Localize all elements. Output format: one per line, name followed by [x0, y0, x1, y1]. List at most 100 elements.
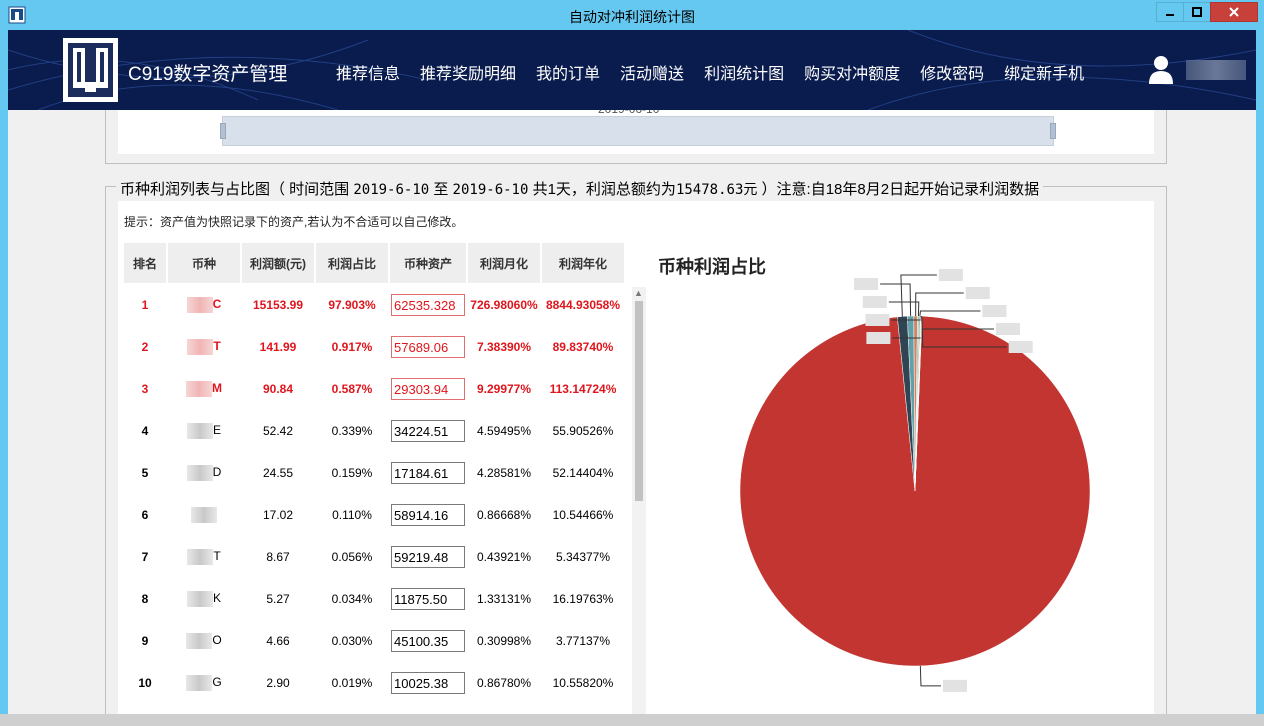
- column-header: 币种资产: [390, 243, 466, 283]
- section-legend: 币种利润列表与占比图（ 时间范围 2019-6-10 至 2019-6-10 共…: [116, 178, 1044, 199]
- coin-name-blurred: [187, 549, 214, 565]
- table-scrollbar[interactable]: ▲: [632, 287, 646, 714]
- user-avatar-icon[interactable]: [1148, 54, 1174, 84]
- rank-cell: 3: [124, 369, 166, 409]
- table-row: 9 O 4.660.030% 0.30998%3.77137%: [124, 621, 624, 661]
- asset-input[interactable]: [391, 378, 465, 400]
- close-icon: [1229, 7, 1239, 17]
- table-row: 2 T 141.990.917% 7.38390%89.83740%: [124, 327, 624, 367]
- annual-cell: 16.19763%: [542, 579, 624, 619]
- share-cell: 0.159%: [316, 453, 388, 493]
- nav-my-orders[interactable]: 我的订单: [536, 60, 600, 84]
- rank-cell: 5: [124, 453, 166, 493]
- profit-cell: 4.66: [242, 621, 314, 661]
- minimize-button[interactable]: [1156, 2, 1184, 22]
- scroll-up-icon[interactable]: ▲: [634, 288, 643, 298]
- share-cell: 0.056%: [316, 537, 388, 577]
- share-cell: 0.110%: [316, 495, 388, 535]
- asset-cell: [390, 495, 466, 535]
- date-range-slider[interactable]: [220, 116, 1056, 146]
- table-row: 5 D 24.550.159% 4.28581%52.14404%: [124, 453, 624, 493]
- column-header: 利润年化: [542, 243, 624, 283]
- nav-buy-hedge-quota[interactable]: 购买对冲额度: [804, 60, 900, 84]
- table-row: 1 C 15153.9997.903% 726.98060%8844.93058%: [124, 285, 624, 325]
- coin-cell: T: [168, 327, 240, 367]
- close-button[interactable]: [1210, 2, 1258, 22]
- legend-to: 至: [429, 181, 453, 198]
- nav-activity-gifts[interactable]: 活动赠送: [620, 60, 684, 84]
- pie-label-blurred: [942, 679, 967, 692]
- coin-name-blurred: [191, 507, 217, 523]
- slider-handle-start[interactable]: [220, 123, 226, 139]
- nav-bind-phone[interactable]: 绑定新手机: [1004, 60, 1084, 84]
- nav-change-password[interactable]: 修改密码: [920, 60, 984, 84]
- profit-cell: 24.55: [242, 453, 314, 493]
- asset-input[interactable]: [391, 294, 465, 316]
- minimize-icon: [1166, 14, 1174, 16]
- asset-input[interactable]: [391, 546, 465, 568]
- asset-input[interactable]: [391, 462, 465, 484]
- pie-label-blurred: [865, 314, 890, 326]
- username-blurred[interactable]: [1186, 60, 1246, 80]
- asset-input[interactable]: [391, 588, 465, 610]
- coin-name-blurred: [186, 381, 212, 397]
- asset-input[interactable]: [391, 504, 465, 526]
- rank-cell: 2: [124, 327, 166, 367]
- profit-cell: 141.99: [242, 327, 314, 367]
- table-row: 4 E 52.420.339% 4.59495%55.90526%: [124, 411, 624, 451]
- main-nav: 推荐信息 推荐奖励明细 我的订单 活动赠送 利润统计图 购买对冲额度 修改密码 …: [336, 60, 1104, 84]
- nav-referral-rewards[interactable]: 推荐奖励明细: [420, 60, 516, 84]
- nav-referral-info[interactable]: 推荐信息: [336, 60, 400, 84]
- asset-cell: [390, 369, 466, 409]
- pie-leader-line: [915, 292, 964, 317]
- monthly-cell: 4.28581%: [468, 453, 540, 493]
- column-header: 利润额(元): [242, 243, 314, 283]
- scrollbar-thumb[interactable]: [635, 301, 643, 501]
- annual-cell: 10.54466%: [542, 495, 624, 535]
- share-cell: 0.587%: [316, 369, 388, 409]
- table-row: 10 G 2.900.019% 0.86780%10.55820%: [124, 663, 624, 703]
- pie-label-blurred: [995, 323, 1020, 335]
- asset-input[interactable]: [391, 672, 465, 694]
- rank-cell: 9: [124, 621, 166, 661]
- asset-input[interactable]: [391, 630, 465, 652]
- asset-input[interactable]: [391, 336, 465, 358]
- site-header: C919数字资产管理 推荐信息 推荐奖励明细 我的订单 活动赠送 利润统计图 购…: [8, 30, 1256, 110]
- annual-cell: 3.77137%: [542, 621, 624, 661]
- monthly-cell: 0.86780%: [468, 663, 540, 703]
- nav-profit-chart[interactable]: 利润统计图: [704, 60, 784, 84]
- monthly-cell: 7.38390%: [468, 327, 540, 367]
- pie-label-blurred: [854, 278, 879, 290]
- date-from: 2019-6-10: [353, 182, 430, 198]
- coin-name: T: [213, 339, 221, 354]
- title-bar: 自动对冲利润统计图: [0, 0, 1264, 30]
- coin-cell: G: [168, 663, 240, 703]
- monthly-cell: 4.59495%: [468, 411, 540, 451]
- coin-name-blurred: [186, 423, 213, 439]
- coin-cell: K: [168, 579, 240, 619]
- pie-label-blurred: [866, 332, 891, 344]
- share-cell: 97.903%: [316, 285, 388, 325]
- hint-text: 提示：资产值为快照记录下的资产,若认为不合适可以自己修改。: [124, 215, 464, 229]
- asset-input[interactable]: [391, 420, 465, 442]
- rank-cell: 1: [124, 285, 166, 325]
- monthly-cell: 0.30998%: [468, 621, 540, 661]
- share-cell: 0.030%: [316, 621, 388, 661]
- maximize-button[interactable]: [1183, 2, 1211, 22]
- slider-handle-end[interactable]: [1050, 123, 1056, 139]
- pie-label-blurred: [965, 287, 990, 299]
- profit-table: 排名 币种 利润额(元) 利润占比 币种资产 利润月化 利润年化 1 C 15153.99 97.…: [122, 241, 626, 705]
- total-profit: 15478.63元: [675, 182, 758, 198]
- annual-cell: 113.14724%: [542, 369, 624, 409]
- main-content: 2019-06-10 币种利润列表与占比图（ 时间范围 2019-6-10 至 …: [8, 110, 1256, 714]
- share-cell: 0.917%: [316, 327, 388, 367]
- annual-cell: 55.90526%: [542, 411, 624, 451]
- window-frame-left: [0, 30, 8, 726]
- legend-days: 共1天，: [528, 181, 586, 198]
- coin-name: O: [212, 633, 222, 648]
- annual-cell: 10.55820%: [542, 663, 624, 703]
- rank-cell: 4: [124, 411, 166, 451]
- share-cell: 0.019%: [316, 663, 388, 703]
- table-row: 8 K 5.270.034% 1.33131%16.19763%: [124, 579, 624, 619]
- pie-leader-line: [919, 310, 981, 317]
